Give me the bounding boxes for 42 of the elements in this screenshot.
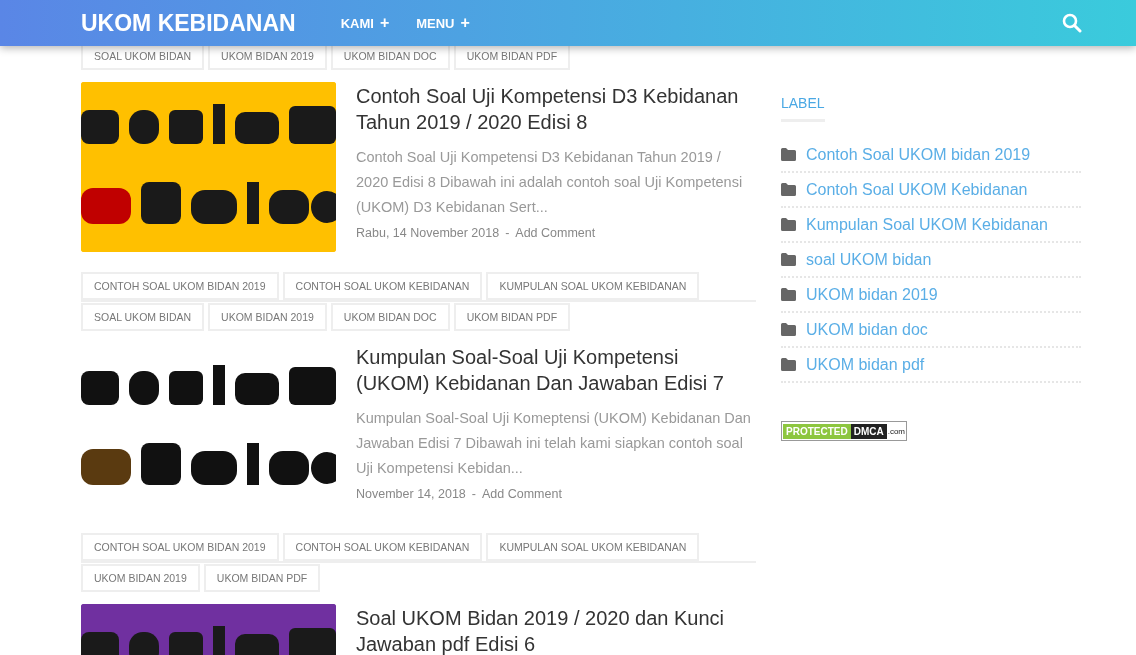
- folder-icon: [781, 288, 796, 301]
- nav-menu-link[interactable]: KAMI +: [340, 14, 390, 32]
- folder-icon: [781, 148, 796, 161]
- label-link[interactable]: soal UKOM bidan: [806, 250, 932, 269]
- tag-link[interactable]: CONTOH SOAL UKOM BIDAN 2019: [81, 533, 279, 561]
- post-title[interactable]: Soal UKOM Bidan 2019 / 2020 dan Kunci Jawaban pdf Edisi 6: [356, 605, 756, 655]
- label-link[interactable]: Contoh Soal UKOM bidan 2019: [806, 145, 1031, 164]
- dmca-badge[interactable]: PROTECTED DMCA .com: [781, 421, 907, 441]
- section-heading: LABEL: [781, 95, 825, 122]
- post-excerpt: Contoh Soal Uji Kompetensi D3 Kebidanan Tahun 2019 / 2020 Edisi 8 Dibawah ini adalah contoh soal Uji Kompetensi (UKOM) D3 Kebidanan Sert...: [356, 148, 744, 217]
- tag-link[interactable]: UKOM BIDAN PDF: [203, 564, 321, 592]
- tag-link[interactable]: CONTOH SOAL UKOM KEBIDANAN: [282, 533, 483, 561]
- tag-link[interactable]: CONTOH SOAL UKOM KEBIDANAN: [282, 272, 483, 300]
- comment-link[interactable]: Add Comment: [515, 226, 596, 240]
- folder-icon: [781, 358, 796, 371]
- label-link[interactable]: Contoh Soal UKOM Kebidanan: [806, 180, 1028, 199]
- folder-icon: [781, 253, 796, 266]
- comment-link[interactable]: Add Comment: [481, 487, 562, 501]
- post-excerpt: Kumpulan Soal-Soal Uji Komeptensi (UKOM) Kebidanan Dan Jawaban Edisi 7 Dibawah ini telah kami siapkan contoh soal Uji Kompetensi Kebidan...: [356, 409, 752, 478]
- tag-link[interactable]: UKOM BIDAN 2019: [208, 303, 327, 331]
- folder-icon: [781, 218, 796, 231]
- label-link[interactable]: UKOM bidan pdf: [806, 355, 925, 374]
- label-link[interactable]: UKOM bidan doc: [806, 320, 928, 339]
- site-title[interactable]: UKOM KEBIDANAN: [81, 9, 296, 37]
- folder-icon: [781, 323, 796, 336]
- folder-icon: [781, 183, 796, 196]
- post-date: Rabu, 14 November 2018: [356, 226, 500, 240]
- tag-link[interactable]: UKOM BIDAN DOC: [330, 303, 450, 331]
- label-link[interactable]: Kumpulan Soal UKOM Kebidanan: [806, 215, 1048, 234]
- nav-menu-link[interactable]: MENU +: [416, 14, 470, 32]
- label-link[interactable]: UKOM bidan 2019: [806, 285, 938, 304]
- separator: -: [471, 487, 476, 501]
- tag-link[interactable]: UKOM BIDAN PDF: [453, 303, 571, 331]
- tag-link[interactable]: KUMPULAN SOAL UKOM KEBIDANAN: [486, 533, 700, 561]
- separator: -: [505, 226, 510, 240]
- tag-link[interactable]: CONTOH SOAL UKOM BIDAN 2019: [81, 272, 279, 300]
- tag-link[interactable]: UKOM BIDAN 2019: [81, 564, 200, 592]
- post-date: November 14, 2018: [356, 487, 466, 501]
- post-title[interactable]: Kumpulan Soal-Soal Uji Kompetensi (UKOM) Kebidanan Dan Jawaban Edisi 7: [356, 344, 756, 396]
- tag-link[interactable]: KUMPULAN SOAL UKOM KEBIDANAN: [486, 272, 700, 300]
- post-title[interactable]: Contoh Soal Uji Kompetensi D3 Kebidanan Tahun 2019 / 2020 Edisi 8: [356, 83, 756, 135]
- tag-link[interactable]: SOAL UKOM BIDAN: [81, 303, 205, 331]
